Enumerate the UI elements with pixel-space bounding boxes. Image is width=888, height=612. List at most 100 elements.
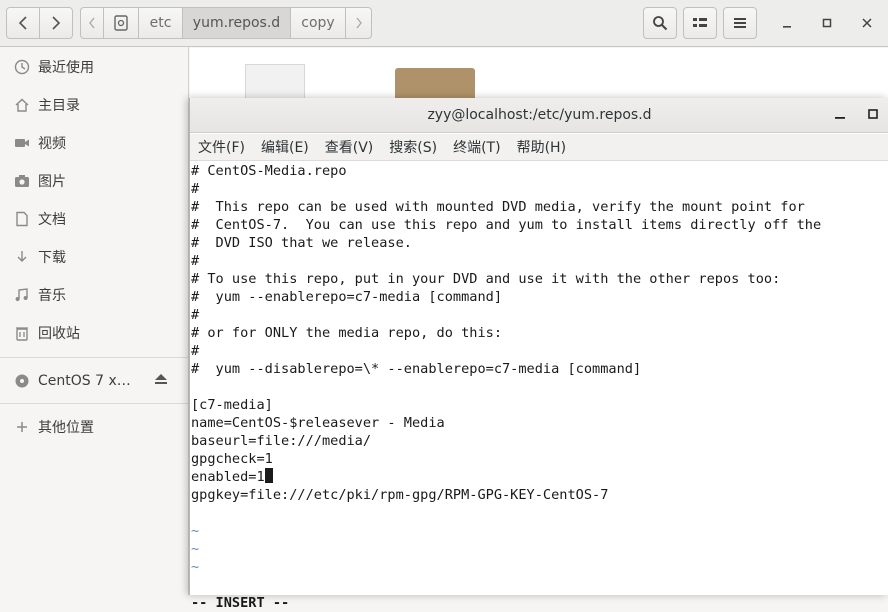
sidebar-item-label: 视频 bbox=[38, 136, 66, 152]
maximize-icon bbox=[868, 109, 878, 119]
sidebar-item-other-locations[interactable]: 其他位置 bbox=[0, 409, 188, 445]
path-scroll-right-button[interactable] bbox=[345, 7, 372, 39]
terminal-line: # or for ONLY the media repo, do this: bbox=[191, 325, 502, 341]
video-icon bbox=[13, 134, 31, 152]
menu-edit[interactable]: 编辑(E) bbox=[261, 137, 309, 157]
empty-line-marker: ~ bbox=[191, 523, 200, 539]
terminal-line: baseurl=file:///media/ bbox=[191, 433, 372, 449]
terminal-line: # bbox=[191, 181, 200, 197]
trash-icon bbox=[13, 324, 31, 342]
text-cursor bbox=[264, 468, 273, 483]
forward-button[interactable] bbox=[39, 7, 73, 39]
music-icon bbox=[13, 286, 31, 304]
minimize-button[interactable] bbox=[776, 12, 798, 34]
breadcrumb-yum-repos-d[interactable]: yum.repos.d bbox=[182, 7, 291, 39]
drive-icon bbox=[114, 15, 128, 31]
vim-mode-indicator: -- INSERT -- bbox=[191, 595, 290, 611]
hamburger-menu-icon bbox=[734, 18, 746, 28]
terminal-line: # DVD ISO that we release. bbox=[191, 235, 412, 251]
terminal-line: # bbox=[191, 343, 200, 359]
back-button[interactable] bbox=[6, 7, 40, 39]
maximize-button[interactable] bbox=[816, 12, 838, 34]
terminal-line: # yum --enablerepo=c7-media [command] bbox=[191, 289, 502, 305]
clock-icon bbox=[13, 58, 31, 76]
empty-line-marker: ~ bbox=[191, 559, 200, 575]
terminal-line: # bbox=[191, 307, 200, 323]
places-sidebar: 最近使用 主目录 视频 图片 文档 下载 音乐 回收站 CentOS 7 x… … bbox=[0, 47, 189, 595]
terminal-line: # CentOS-Media.repo bbox=[191, 163, 347, 179]
sidebar-item-videos[interactable]: 视频 bbox=[0, 125, 188, 161]
terminal-minimize-button[interactable] bbox=[830, 106, 850, 126]
sidebar-item-label: 最近使用 bbox=[38, 60, 94, 76]
download-icon bbox=[13, 248, 31, 266]
terminal-line: gpgkey=file:///etc/pki/rpm-gpg/RPM-GPG-K… bbox=[191, 487, 609, 503]
sidebar-item-label: 文档 bbox=[38, 212, 66, 228]
sidebar-item-label: 图片 bbox=[38, 174, 66, 190]
chevron-right-icon bbox=[52, 16, 61, 30]
menu-search[interactable]: 搜索(S) bbox=[389, 137, 437, 157]
search-icon bbox=[653, 16, 668, 31]
close-icon bbox=[862, 18, 872, 28]
terminal-line: name=CentOS-$releasever - Media bbox=[191, 415, 445, 431]
list-view-icon bbox=[693, 18, 707, 27]
maximize-icon bbox=[822, 18, 832, 28]
terminal-line: # CentOS-7. You can use this repo and yu… bbox=[191, 217, 822, 233]
terminal-title: zyy@localhost:/etc/yum.repos.d bbox=[427, 107, 652, 123]
sidebar-item-music[interactable]: 音乐 bbox=[0, 277, 188, 313]
sidebar-item-centos-device[interactable]: CentOS 7 x… bbox=[0, 363, 188, 399]
terminal-line: # To use this repo, put in your DVD and … bbox=[191, 271, 781, 287]
menu-button[interactable] bbox=[723, 7, 757, 39]
sidebar-divider bbox=[0, 357, 188, 358]
minimize-icon bbox=[783, 26, 791, 28]
sidebar-divider bbox=[0, 403, 188, 404]
sidebar-item-trash[interactable]: 回收站 bbox=[0, 315, 188, 351]
terminal-line: # This repo can be used with mounted DVD… bbox=[191, 199, 805, 215]
disc-icon bbox=[13, 372, 31, 390]
file-manager-headerbar: etc yum.repos.d copy bbox=[0, 0, 888, 47]
terminal-window: zyy@localhost:/etc/yum.repos.d 文件(F) 编辑(… bbox=[189, 98, 888, 611]
sidebar-item-label: 下载 bbox=[38, 250, 66, 266]
document-icon bbox=[13, 210, 31, 228]
terminal-titlebar[interactable]: zyy@localhost:/etc/yum.repos.d bbox=[190, 98, 888, 133]
view-toggle-button[interactable] bbox=[683, 7, 717, 39]
terminal-menubar: 文件(F) 编辑(E) 查看(V) 搜索(S) 终端(T) 帮助(H) bbox=[190, 134, 888, 161]
terminal-line: # bbox=[191, 253, 200, 269]
minimize-icon bbox=[835, 117, 845, 119]
menu-file[interactable]: 文件(F) bbox=[198, 137, 245, 157]
terminal-text-area[interactable]: # CentOS-Media.repo # # This repo can be… bbox=[191, 162, 888, 611]
terminal-line-text: enabled=1 bbox=[191, 469, 265, 485]
path-root-button[interactable] bbox=[103, 7, 139, 39]
menu-help[interactable]: 帮助(H) bbox=[517, 137, 566, 157]
close-button[interactable] bbox=[856, 12, 878, 34]
breadcrumb-etc[interactable]: etc bbox=[138, 7, 183, 39]
sidebar-item-recent[interactable]: 最近使用 bbox=[0, 49, 188, 85]
empty-line-marker: ~ bbox=[191, 541, 200, 557]
plus-icon bbox=[13, 418, 31, 436]
sidebar-item-label: 回收站 bbox=[38, 326, 80, 342]
terminal-line: # yum --disablerepo=\* --enablerepo=c7-m… bbox=[191, 361, 642, 377]
menu-terminal[interactable]: 终端(T) bbox=[453, 137, 500, 157]
terminal-maximize-button[interactable] bbox=[863, 106, 883, 126]
sidebar-item-label: 音乐 bbox=[38, 288, 66, 304]
menu-view[interactable]: 查看(V) bbox=[325, 137, 374, 157]
eject-icon[interactable] bbox=[154, 373, 168, 389]
breadcrumb-copy[interactable]: copy bbox=[290, 7, 346, 39]
home-icon bbox=[13, 96, 31, 114]
terminal-line-cursor: enabled=1 bbox=[191, 468, 888, 486]
camera-icon bbox=[13, 172, 31, 190]
sidebar-item-label: CentOS 7 x… bbox=[38, 373, 131, 389]
sidebar-item-label: 主目录 bbox=[38, 98, 80, 114]
chevron-right-icon bbox=[355, 17, 362, 29]
sidebar-item-downloads[interactable]: 下载 bbox=[0, 239, 188, 275]
sidebar-item-home[interactable]: 主目录 bbox=[0, 87, 188, 123]
path-scroll-left-button[interactable] bbox=[80, 7, 104, 39]
chevron-left-icon bbox=[18, 16, 27, 30]
sidebar-item-documents[interactable]: 文档 bbox=[0, 201, 188, 237]
sidebar-item-pictures[interactable]: 图片 bbox=[0, 163, 188, 199]
chevron-left-icon bbox=[89, 17, 95, 29]
terminal-line: [c7-media] bbox=[191, 397, 273, 413]
search-button[interactable] bbox=[643, 7, 677, 39]
